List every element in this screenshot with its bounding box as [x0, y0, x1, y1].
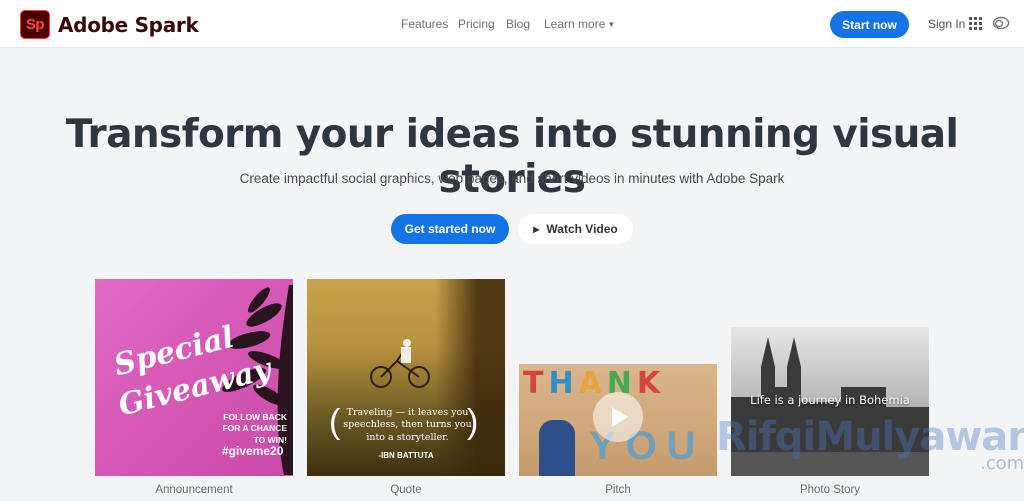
letter-h: H [548, 366, 579, 401]
pitch-card[interactable]: THANK YOU [519, 364, 717, 476]
child-image [539, 420, 575, 476]
photo-story-overlay-text: Life is a journey in Bohemia [750, 393, 910, 407]
play-icon: ▶ [533, 224, 540, 234]
thank-word: THANK [523, 366, 665, 401]
nav-features-link[interactable]: Features [401, 17, 448, 31]
cyclist-image [370, 339, 430, 388]
sign-in-link[interactable]: Sign In [928, 17, 965, 31]
quote-text: Traveling — it leaves you speechless, th… [343, 407, 472, 443]
learn-more-label: Learn more [544, 17, 606, 31]
start-now-button[interactable]: Start now [830, 11, 909, 38]
hero-headline: Transform your ideas into stunning visua… [65, 112, 959, 202]
apps-grid-icon[interactable] [969, 17, 982, 30]
announcement-hashtag: #giveme20 [222, 444, 284, 458]
watch-video-button[interactable]: ▶ Watch Video [518, 214, 633, 244]
logo-text: Sp [25, 16, 45, 33]
quote-caption[interactable]: Quote [307, 484, 505, 496]
nav-blog-link[interactable]: Blog [506, 17, 530, 31]
quote-author: -IBN BATTUTA [378, 451, 434, 460]
nav-learn-more-dropdown[interactable]: Learn more ▼ [544, 17, 615, 31]
creative-cloud-icon[interactable] [992, 15, 1010, 36]
top-nav-bar: Sp Adobe Spark Features Pricing Blog Lea… [0, 0, 1024, 48]
chevron-down-icon: ▼ [607, 20, 616, 29]
announcement-caption[interactable]: Announcement [95, 484, 293, 496]
announcement-follow-text: FOLLOW BACK FOR A CHANCE TO WIN! [222, 412, 287, 445]
watermark-suffix: .com [980, 453, 1024, 474]
nav-pricing-link[interactable]: Pricing [458, 17, 495, 31]
watermark-text: RifqiMulyawan [716, 414, 1024, 460]
video-play-icon[interactable] [593, 392, 643, 442]
brand-name[interactable]: Adobe Spark [58, 13, 199, 37]
photo-story-caption[interactable]: Photo Story [731, 484, 929, 496]
pitch-caption[interactable]: Pitch [519, 484, 717, 496]
get-started-button[interactable]: Get started now [391, 214, 509, 244]
announcement-card[interactable]: Special Giveaway FOLLOW BACK FOR A CHANC… [95, 279, 293, 476]
quote-card[interactable]: ( ) Traveling — it leaves you speechless… [307, 279, 505, 476]
tree-image [435, 279, 505, 476]
hero-subhead: Create impactful social graphics, web pa… [239, 171, 785, 186]
watch-video-label: Watch Video [546, 222, 618, 236]
letter-k: K [636, 366, 666, 401]
spark-logo-icon[interactable]: Sp [20, 10, 50, 39]
letter-t: T [523, 366, 549, 401]
